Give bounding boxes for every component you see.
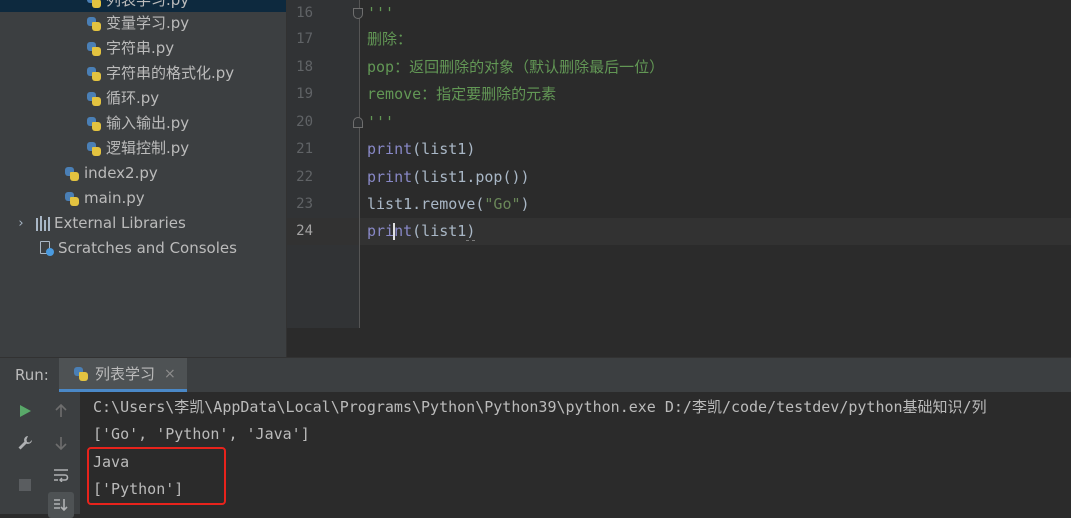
fold-marker-icon[interactable] <box>353 117 363 128</box>
python-file-icon <box>86 141 102 157</box>
fold-marker-icon[interactable] <box>353 8 363 19</box>
python-file-icon <box>86 16 102 32</box>
python-file-icon <box>86 66 102 82</box>
code-line-24: print(list1) <box>367 218 476 245</box>
chevron-right-icon[interactable]: › <box>14 211 28 236</box>
tree-item-index2[interactable]: index2.py <box>64 161 158 186</box>
python-file-icon <box>86 116 102 132</box>
python-file-icon <box>86 41 102 57</box>
tree-item-loop[interactable]: 循环.py <box>86 86 159 111</box>
run-tab[interactable]: 列表学习 × <box>59 358 187 392</box>
console-output[interactable]: C:\Users\李凯\AppData\Local\Programs\Pytho… <box>80 392 1071 514</box>
run-side-toolbar <box>0 392 80 518</box>
tree-item-string[interactable]: 字符串.py <box>86 36 174 61</box>
tree-item-input-output[interactable]: 输入输出.py <box>86 111 189 136</box>
gutter-separator <box>359 0 360 328</box>
code-line-22: print(list1.pop()) <box>367 164 530 191</box>
code-args: (list1 <box>412 222 467 240</box>
tree-item-label: main.py <box>84 189 145 207</box>
line-number-current: 24 <box>296 223 313 239</box>
wrench-icon[interactable] <box>12 430 38 456</box>
tree-item-label: External Libraries <box>54 214 186 232</box>
code-args: (list1.pop()) <box>412 168 530 186</box>
tree-item-label: 输入输出.py <box>106 114 190 132</box>
scratches-icon <box>39 241 54 256</box>
stop-icon[interactable] <box>12 472 38 498</box>
code-close: ) <box>520 195 530 213</box>
tree-item-label: 逻辑控制.py <box>106 139 190 157</box>
line-number: 21 <box>296 141 313 157</box>
tree-item-label: 循环.py <box>106 89 160 107</box>
builtin-print: print <box>367 168 413 186</box>
code-line-19: remove：指定要删除的元素 <box>367 85 557 103</box>
run-tab-label: 列表学习 <box>95 365 156 383</box>
tree-item-logic-control[interactable]: 逻辑控制.py <box>86 136 189 161</box>
tree-item-string-format[interactable]: 字符串的格式化.py <box>86 61 234 86</box>
string-literal: "Go" <box>484 195 521 213</box>
tree-item-main[interactable]: main.py <box>64 186 145 211</box>
python-file-icon <box>86 91 102 107</box>
builtin-print: print <box>367 140 413 158</box>
tree-item-scratches[interactable]: Scratches and Consoles <box>17 236 237 261</box>
builtin-print-part: pri <box>367 222 395 240</box>
library-icon <box>36 216 50 231</box>
arrow-up-icon[interactable] <box>48 398 74 424</box>
console-command-line: C:\Users\李凯\AppData\Local\Programs\Pytho… <box>93 398 987 416</box>
code-line-23: list1.remove("Go") <box>367 191 530 218</box>
code-line-18: pop：返回删除的对象（默认删除最后一位） <box>367 58 665 76</box>
python-file-icon <box>73 366 89 382</box>
code-call: list1.remove( <box>367 195 485 213</box>
arrow-down-icon[interactable] <box>48 430 74 456</box>
tree-item-label: 变量学习.py <box>106 14 190 32</box>
run-title: Run: <box>15 366 49 384</box>
python-file-icon <box>86 0 102 9</box>
tree-item-label: index2.py <box>84 164 158 182</box>
tree-item-label: 字符串的格式化.py <box>106 64 235 82</box>
code-args: (list1) <box>412 140 476 158</box>
soft-wrap-icon[interactable] <box>48 462 74 488</box>
console-output-line: ['Go', 'Python', 'Java'] <box>93 425 310 443</box>
line-number: 22 <box>296 169 313 185</box>
line-number: 20 <box>296 114 313 130</box>
tree-item-external-libraries[interactable]: › External Libraries <box>14 211 186 236</box>
line-number: 16 <box>296 5 313 21</box>
editor-empty-area[interactable] <box>287 328 1071 357</box>
annotation-highlight-box <box>87 447 226 505</box>
builtin-print-part: nt <box>394 222 413 240</box>
line-number: 17 <box>296 31 313 47</box>
close-icon[interactable]: × <box>164 366 176 382</box>
tree-item-variable-study[interactable]: 变量学习.py <box>86 11 189 36</box>
code-line-16: ''' <box>367 4 395 22</box>
project-tree: 列表学习.py 变量学习.py 字符串.py 字符串的格式化.py 循环.py … <box>0 0 286 357</box>
play-icon[interactable] <box>12 398 38 424</box>
code-line-17: 删除： <box>367 30 413 48</box>
code-close-warning: ) <box>466 222 476 241</box>
line-number: 18 <box>296 59 313 75</box>
code-line-20: ''' <box>367 113 395 131</box>
line-number: 19 <box>296 86 313 102</box>
code-line-21: print(list1) <box>367 136 475 163</box>
tree-item-label: 字符串.py <box>106 39 175 57</box>
scroll-to-end-icon[interactable] <box>48 492 74 518</box>
run-toolbar: Run: 列表学习 × <box>0 357 1071 392</box>
line-number: 23 <box>296 196 313 212</box>
python-file-icon <box>64 191 80 207</box>
tree-item-label: Scratches and Consoles <box>58 239 237 257</box>
python-file-icon <box>64 166 80 182</box>
